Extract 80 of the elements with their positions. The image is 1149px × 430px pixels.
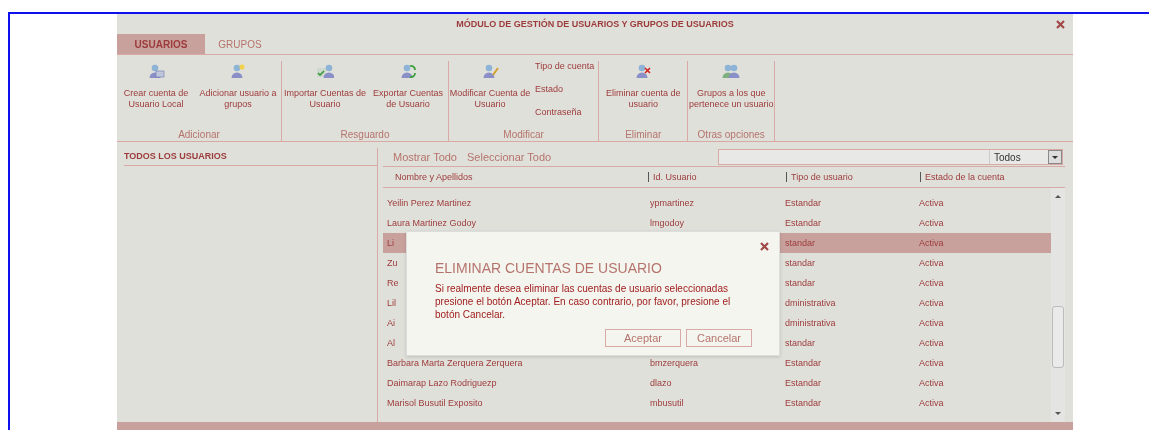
person-pencil-icon[interactable] [481,63,499,79]
table-cell: Activa [919,238,944,248]
table-cell-text: Daimarap Lazo Rodriguezp [386,378,497,388]
close-icon[interactable] [760,242,769,251]
toolbar-button[interactable]: Grupos a los que pertenece un usuario [688,88,775,110]
table-cell-text: Re [386,278,399,288]
scrollbar[interactable] [1051,188,1065,422]
table-cell: Activa [919,278,944,288]
table-cell: Estandar [785,378,822,388]
column-header[interactable]: Nombre y Apellidos [383,172,648,182]
table-row[interactable]: Daimarap Lazo Rodriguezp dlazo Estandar Activa [383,373,1051,393]
table-cell: Activa [919,378,944,388]
table-cell-text: Laura Martinez Godoy [386,218,477,228]
menu-link[interactable]: Estado [535,84,595,94]
table-cell: standar [785,278,816,288]
table-cell: standar [785,258,816,268]
group-label: Otras opciones [696,129,766,141]
table-cell: Estandar [785,358,822,368]
table-cell: Estandar [785,198,822,208]
group-label: Resguardo [339,129,391,141]
toolbar-button[interactable]: Modificar Cuenta de Usuario [449,88,531,110]
table-cell: mbusutil [650,398,684,408]
module-title: MÓDULO DE GESTIÓN DE USUARIOS Y GRUPOS DE USUARIOS [456,19,734,29]
table-cell: Activa [919,338,944,348]
close-icon[interactable] [1056,20,1065,29]
dialog-button[interactable]: Cancelar [686,329,752,347]
table-cell: bmzerquera [650,358,699,368]
dialog-title: ELIMINAR CUENTAS DE USUARIO [435,260,663,276]
column-header[interactable]: Id. Usuario [648,172,786,182]
column-header[interactable]: Tipo de usuario [786,172,920,182]
table-row[interactable]: Laura Martinez Godoy lmgodoy Estandar Activa [383,213,1051,233]
toolbar-button[interactable]: Exportar Cuentas de Usuario [368,88,448,110]
toolbar-button[interactable]: Adicionar usuario a grupos [195,88,281,110]
person-check-icon[interactable] [316,63,334,79]
table-cell: Activa [919,318,944,328]
table-cell: standar [785,338,816,348]
toolbar-button[interactable]: Crear cuenta de Usuario Local [117,88,195,110]
table-cell: Activa [919,298,944,308]
table-cell: Activa [919,198,944,208]
toolbar-button[interactable]: Eliminar cuenta de usuario [599,88,688,110]
table-cell-text: Barbara Marta Zerquera Zerquera [386,358,523,368]
table-cell: Activa [919,258,944,268]
table-cell: dministrativa [785,298,836,308]
table-cell-text: Marisol Busutil Exposito [386,398,483,408]
toolbar-button[interactable]: Importar Cuentas de Usuario [282,88,368,110]
group-label: Eliminar [624,129,663,141]
person-star-icon[interactable] [229,63,247,79]
table-cell: ypmartinez [650,198,694,208]
menu-link[interactable]: Tipo de cuenta [535,61,595,71]
table-row[interactable]: Yeilin Perez Martinez ypmartinez Estandar Activa [383,193,1051,213]
table-cell-text: Yeilin Perez Martinez [386,198,472,208]
table-cell: Activa [919,398,944,408]
table-cell: Estandar [785,398,822,408]
table-cell: lmgodoy [650,218,685,228]
menu-link[interactable]: Contraseña [535,107,595,117]
table-row[interactable]: Marisol Busutil Exposito mbusutil Estandar Activa [383,393,1051,413]
action-link[interactable]: Seleccionar Todo [467,151,552,163]
table-cell: dministrativa [785,318,836,328]
table-cell-text: Ai [386,318,395,328]
table-row[interactable]: Barbara Marta Zerquera Zerquera bmzerquera Estandar Activa [383,353,1051,373]
person-card-icon[interactable] [147,63,165,79]
tab[interactable]: GRUPOS [205,34,275,54]
tab[interactable]: USUARIOS [117,34,205,54]
person-arrows-icon[interactable] [399,63,417,79]
dialog-message: Si realmente desea eliminar las cuentas de usuario seleccionadas presione el botón Aceptar. En caso contrario, por favor, presione el botón Cancelar. [435,282,732,321]
table-cell-text: Li [386,238,394,248]
person-cross-icon[interactable] [634,63,653,79]
action-link[interactable]: Mostrar Todo [393,151,457,163]
people-icon[interactable] [722,63,741,79]
dialog-button[interactable]: Aceptar [605,329,681,347]
group-label: Modificar [502,129,545,141]
table-cell: Activa [919,358,944,368]
scroll-thumb[interactable] [1052,306,1064,368]
table-cell: Estandar [785,218,822,228]
table-cell: standar [785,238,816,248]
pane-title: TODOS LOS USUARIOS [124,148,377,166]
column-header[interactable]: Estado de la cuenta [920,172,1065,182]
group-label: Adicionar [177,129,221,141]
table-cell: Activa [919,218,944,228]
table-cell: dlazo [650,378,672,388]
